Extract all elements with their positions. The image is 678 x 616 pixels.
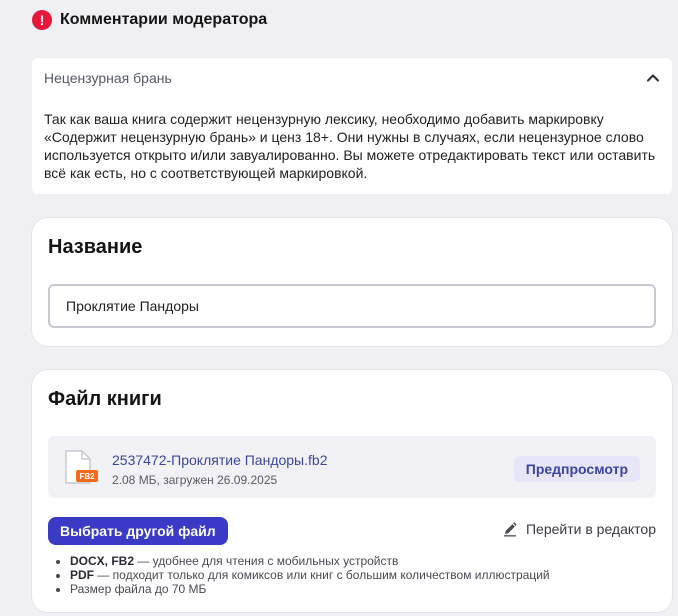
open-editor-link[interactable]: Перейти в редактор xyxy=(502,521,656,537)
requirement-item: Размер файла до 70 МБ xyxy=(70,582,550,596)
requirement-item: PDF — подходит только для комиксов или к… xyxy=(70,568,550,582)
comment-text: Так как ваша книга содержит нецензурную … xyxy=(44,111,656,181)
alert-icon: ! xyxy=(32,10,52,30)
file-section-title: Файл книги xyxy=(48,388,162,410)
requirement-format: PDF xyxy=(70,568,94,582)
comment-category: Нецензурная брань xyxy=(44,70,172,86)
file-section: Файл книги FB2 2537472-Проклятие Пандоры… xyxy=(32,370,672,612)
pencil-icon xyxy=(503,522,517,537)
requirement-desc: Размер файла до 70 МБ xyxy=(70,582,207,596)
moderator-header: ! Комментарии модератора xyxy=(32,10,267,30)
file-requirements: DOCX, FB2 — удобнее для чтения с мобильн… xyxy=(70,554,550,596)
file-name-link[interactable]: 2537472-Проклятие Пандоры.fb2 xyxy=(112,452,327,468)
fb2-file-icon: FB2 xyxy=(65,450,98,484)
comment-header[interactable]: Нецензурная брань xyxy=(44,70,660,86)
book-title-input[interactable]: Проклятие Пандоры xyxy=(48,284,656,328)
moderator-comment: Нецензурная брань Так как ваша книга сод… xyxy=(32,58,672,194)
requirement-desc: — подходит только для комиксов или книг … xyxy=(94,568,550,582)
requirement-format: DOCX, FB2 xyxy=(70,554,135,568)
requirement-item: DOCX, FB2 — удобнее для чтения с мобильн… xyxy=(70,554,550,568)
file-badge-label: FB2 xyxy=(79,472,95,481)
file-meta: 2.08 МБ, загружен 26.09.2025 xyxy=(112,473,278,487)
name-section: Название Проклятие Пандоры xyxy=(32,218,672,346)
uploaded-file: FB2 2537472-Проклятие Пандоры.fb2 2.08 М… xyxy=(48,436,656,498)
open-editor-label: Перейти в редактор xyxy=(525,521,656,537)
choose-file-button[interactable]: Выбрать другой файл xyxy=(48,517,228,545)
preview-button[interactable]: Предпросмотр xyxy=(513,456,640,482)
moderator-title: Комментарии модератора xyxy=(60,11,268,28)
chevron-up-icon[interactable] xyxy=(646,71,660,85)
requirement-desc: — удобнее для чтения с мобильных устройс… xyxy=(134,554,399,568)
name-section-title: Название xyxy=(48,236,143,258)
